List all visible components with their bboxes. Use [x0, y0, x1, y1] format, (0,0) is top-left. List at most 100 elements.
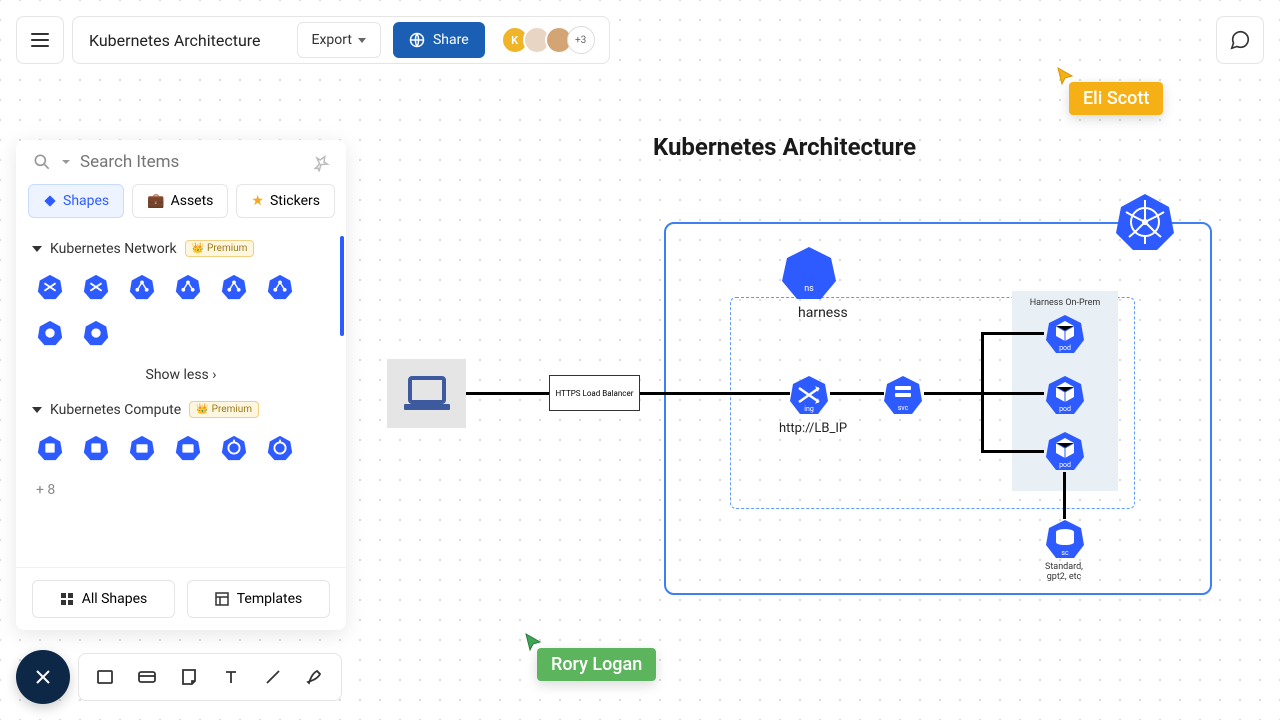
- close-fab[interactable]: [16, 650, 70, 704]
- share-button[interactable]: Share: [393, 22, 485, 58]
- layout-icon: [215, 592, 229, 606]
- title-bar: Kubernetes Architecture Export Share K +…: [72, 16, 610, 64]
- templates-button[interactable]: Templates: [187, 580, 330, 618]
- close-icon: [34, 668, 52, 686]
- menu-button[interactable]: [16, 16, 64, 64]
- connector[interactable]: [466, 392, 550, 395]
- collaborator-cursor-2: Rory Logan: [537, 648, 656, 681]
- show-less-button[interactable]: Show less ›: [32, 359, 330, 391]
- collaborator-avatars[interactable]: K +3: [497, 26, 605, 54]
- panel-search-row: [16, 140, 346, 184]
- shape-tools: [78, 653, 342, 701]
- namespace-label[interactable]: harness: [798, 305, 848, 321]
- pin-icon[interactable]: [312, 154, 330, 172]
- briefcase-icon: 💼: [147, 193, 164, 209]
- tab-stickers[interactable]: ★ Stickers: [236, 184, 335, 218]
- panel-footer: All Shapes Templates: [16, 567, 346, 630]
- connector[interactable]: [924, 392, 984, 395]
- speech-bubble-icon: [1229, 29, 1251, 51]
- collaborator-cursor-1: Eli Scott: [1069, 82, 1163, 115]
- shape-item[interactable]: [220, 273, 248, 301]
- note-tool[interactable]: [171, 659, 207, 695]
- pen-tool[interactable]: [297, 659, 333, 695]
- connector[interactable]: [981, 392, 1044, 395]
- avatar-more[interactable]: +3: [567, 26, 595, 54]
- namespace-shape[interactable]: ns: [779, 243, 839, 307]
- premium-badge: 👑Premium: [189, 401, 259, 418]
- rectangle-tool[interactable]: [87, 659, 123, 695]
- service-shape[interactable]: svc: [882, 374, 924, 420]
- shape-item[interactable]: [128, 273, 156, 301]
- section-compute[interactable]: Kubernetes Compute 👑Premium: [32, 391, 330, 428]
- storageclass-shape[interactable]: sc: [1044, 518, 1086, 564]
- load-balancer[interactable]: HTTPS Load Balancer: [549, 375, 640, 411]
- svg-text:ns: ns: [804, 284, 814, 294]
- diamond-icon: [43, 194, 57, 208]
- section-network[interactable]: Kubernetes Network 👑Premium: [32, 230, 330, 267]
- shape-item[interactable]: [128, 434, 156, 462]
- ingress-shape[interactable]: ing: [788, 374, 830, 420]
- scrollbar-thumb[interactable]: [340, 236, 344, 336]
- panel-body: Kubernetes Network 👑Premium Show less › …: [16, 230, 346, 567]
- document-title[interactable]: Kubernetes Architecture: [89, 31, 285, 50]
- star-icon: ★: [251, 193, 264, 209]
- laptop-icon: [402, 374, 452, 414]
- connector[interactable]: [1063, 472, 1066, 519]
- shape-item[interactable]: [82, 273, 110, 301]
- comment-button[interactable]: [1216, 16, 1264, 64]
- globe-icon: [409, 32, 425, 48]
- pod-group-title[interactable]: Harness On-Prem: [1014, 298, 1116, 308]
- shapes-panel: Shapes 💼 Assets ★ Stickers Kubernetes Ne…: [16, 140, 346, 630]
- card-tool[interactable]: [129, 659, 165, 695]
- connector[interactable]: [981, 332, 1044, 335]
- tab-shapes[interactable]: Shapes: [28, 184, 124, 218]
- client-laptop[interactable]: [387, 359, 466, 428]
- shape-item[interactable]: [266, 434, 294, 462]
- svg-text:pod: pod: [1059, 344, 1071, 352]
- pod-shape-1[interactable]: pod: [1044, 313, 1086, 359]
- search-input[interactable]: [80, 152, 330, 172]
- chevron-down-icon: [358, 38, 366, 43]
- svg-text:sc: sc: [1061, 549, 1069, 557]
- shape-item[interactable]: [220, 434, 248, 462]
- line-tool[interactable]: [255, 659, 291, 695]
- ingress-label[interactable]: http://LB_IP: [779, 421, 847, 436]
- export-button[interactable]: Export: [297, 22, 381, 58]
- chevron-down-icon: [32, 407, 42, 413]
- shape-item[interactable]: [36, 319, 64, 347]
- more-shapes[interactable]: + 8: [32, 474, 330, 506]
- svg-text:svc: svc: [898, 404, 909, 412]
- shape-item[interactable]: [82, 319, 110, 347]
- panel-tabs: Shapes 💼 Assets ★ Stickers: [16, 184, 346, 230]
- connector[interactable]: [640, 392, 790, 395]
- storageclass-label[interactable]: Standard, gpt2, etc: [1034, 562, 1094, 582]
- shape-item[interactable]: [174, 273, 202, 301]
- hamburger-icon: [31, 33, 49, 47]
- svg-text:ing: ing: [804, 405, 814, 413]
- premium-badge: 👑Premium: [185, 240, 255, 257]
- shape-item[interactable]: [36, 434, 64, 462]
- text-tool[interactable]: [213, 659, 249, 695]
- all-shapes-button[interactable]: All Shapes: [32, 580, 175, 618]
- compute-shapes: [32, 428, 330, 474]
- chevron-down-icon: [32, 246, 42, 252]
- pod-shape-2[interactable]: pod: [1044, 374, 1086, 420]
- shape-item[interactable]: [36, 273, 64, 301]
- svg-text:pod: pod: [1059, 461, 1071, 469]
- crown-icon: 👑: [192, 243, 204, 254]
- shape-item[interactable]: [266, 273, 294, 301]
- pod-shape-3[interactable]: pod: [1044, 430, 1086, 476]
- chevron-down-icon: [62, 158, 70, 166]
- bottom-toolbar: [16, 650, 342, 704]
- tab-assets[interactable]: 💼 Assets: [132, 184, 228, 218]
- shape-item[interactable]: [82, 434, 110, 462]
- crown-icon: 👑: [196, 404, 208, 415]
- connector[interactable]: [981, 450, 1044, 453]
- network-shapes: [32, 267, 330, 359]
- svg-text:pod: pod: [1059, 405, 1071, 413]
- shape-item[interactable]: [174, 434, 202, 462]
- connector[interactable]: [830, 392, 884, 395]
- search-icon: [32, 152, 52, 172]
- kubernetes-logo[interactable]: [1113, 190, 1177, 258]
- diagram-title[interactable]: Kubernetes Architecture: [653, 133, 916, 161]
